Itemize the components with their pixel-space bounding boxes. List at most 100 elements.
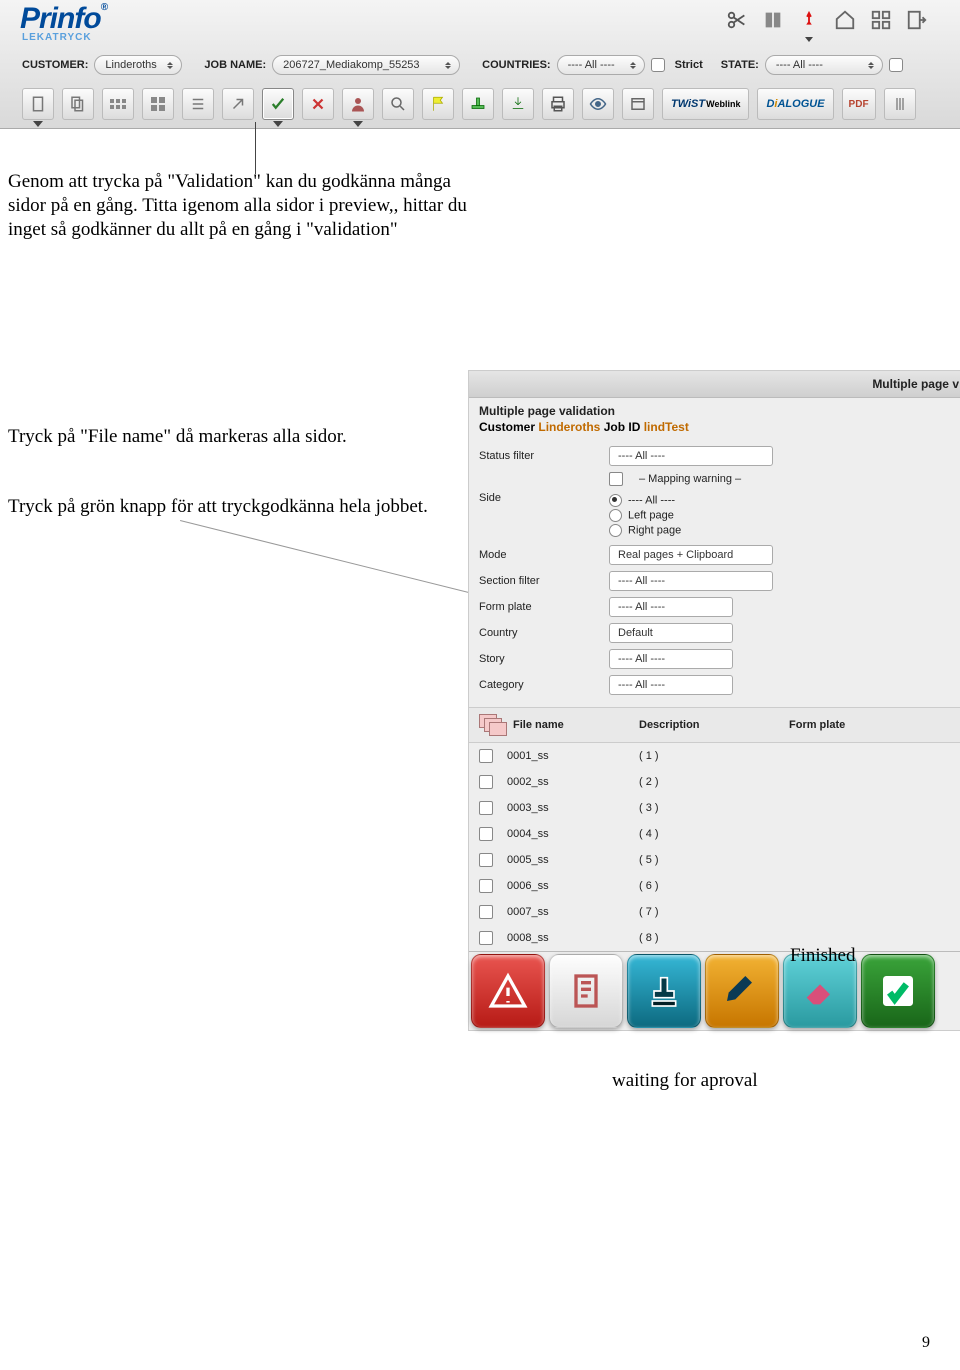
form-dropdown[interactable]: ---- All ---- — [609, 597, 733, 617]
state-dropdown[interactable]: ---- All ---- — [765, 55, 883, 75]
status-dropdown[interactable]: ---- All ---- — [609, 446, 773, 466]
country-dropdown[interactable]: Default — [609, 623, 733, 643]
table-row[interactable]: 0002_ss( 2 ) — [479, 769, 957, 795]
reject-big-button[interactable] — [471, 954, 545, 1028]
exit-icon[interactable] — [904, 4, 930, 36]
customer-sub-value: Linderoths — [538, 420, 600, 434]
story-dropdown[interactable]: ---- All ---- — [609, 649, 733, 669]
home-icon[interactable] — [832, 4, 858, 36]
side-right-label: Right page — [628, 524, 681, 536]
filter-bar: CUSTOMER: Linderoths JOB NAME: 206727_Me… — [22, 55, 907, 75]
jobname-dropdown[interactable]: 206727_Mediakomp_55253 — [272, 55, 460, 75]
paragraph-2: Tryck på "File name" då markeras alla si… — [8, 425, 428, 449]
reject-icon[interactable] — [302, 88, 334, 120]
print-icon[interactable] — [542, 88, 574, 120]
person-icon[interactable] — [342, 88, 374, 120]
stamp-green-icon[interactable] — [462, 88, 494, 120]
row-desc: ( 5 ) — [639, 854, 789, 866]
stack-icon[interactable] — [62, 88, 94, 120]
row-file: 0004_ss — [507, 828, 549, 840]
panel-customub: Customer Linderoths Job ID lindTest — [469, 420, 960, 436]
table-row[interactable]: 0008_ss ( 8 ) — [479, 925, 957, 951]
side-left-radio[interactable] — [609, 509, 622, 522]
waiting-label: waiting for aproval — [612, 1070, 758, 1092]
scissors-icon[interactable] — [724, 4, 750, 36]
validation-icon[interactable] — [262, 88, 294, 120]
state-checkbox[interactable] — [889, 58, 903, 72]
tools-icon[interactable] — [222, 88, 254, 120]
download-icon[interactable] — [502, 88, 534, 120]
row-file: 0007_ss — [507, 906, 549, 918]
table-row[interactable]: 0003_ss( 3 ) — [479, 795, 957, 821]
pdf-button[interactable]: PDF — [842, 88, 876, 120]
row-checkbox[interactable] — [479, 879, 493, 893]
flag-icon[interactable] — [422, 88, 454, 120]
search-icon[interactable] — [382, 88, 414, 120]
twist-button[interactable]: TWiSTWeblink — [662, 88, 749, 120]
row-checkbox[interactable] — [479, 749, 493, 763]
table-row[interactable]: 0005_ss( 5 ) — [479, 847, 957, 873]
row-checkbox[interactable] — [479, 931, 493, 945]
grid6-icon[interactable] — [102, 88, 134, 120]
table-row[interactable]: 0006_ss ( 6 ) — [479, 873, 957, 899]
section-value: ---- All ---- — [618, 575, 665, 587]
page-icon[interactable] — [22, 88, 54, 120]
strict-label: Strict — [675, 59, 703, 71]
stamp-big-button[interactable] — [627, 954, 701, 1028]
row-desc: ( 4 ) — [639, 828, 789, 840]
row-checkbox[interactable] — [479, 801, 493, 815]
row-file: 0006_ss — [507, 880, 549, 892]
paragraph-3: Tryck på grön knapp för att tryckgodkänn… — [8, 495, 428, 519]
dialogue-text: DiALOGUE — [766, 98, 824, 110]
th-description[interactable]: Description — [639, 719, 789, 731]
action-buttons — [469, 951, 960, 1030]
list-icon[interactable] — [182, 88, 214, 120]
row-checkbox[interactable] — [479, 775, 493, 789]
countries-label: COUNTRIES: — [482, 59, 550, 71]
row-checkbox[interactable] — [479, 853, 493, 867]
mapping-checkbox[interactable] — [609, 472, 623, 486]
row-desc: ( 8 ) — [639, 932, 789, 944]
app-toolbar: Prinfo® LEKATRYCK CUSTOMER: Linderoths J… — [0, 0, 960, 129]
table-row[interactable]: 0001_ss( 1 ) — [479, 743, 957, 769]
side-right-radio[interactable] — [609, 524, 622, 537]
row-desc: ( 6 ) — [639, 880, 789, 892]
dialogue-button[interactable]: DiALOGUE — [757, 88, 833, 120]
grid4-icon[interactable] — [142, 88, 174, 120]
logo-sub: LEKATRYCK — [22, 32, 92, 43]
stack-thumb-icon[interactable] — [479, 714, 507, 736]
country-label: Country — [479, 627, 599, 639]
row-checkbox[interactable] — [479, 905, 493, 919]
window-icon[interactable] — [622, 88, 654, 120]
customer-dropdown[interactable]: Linderoths — [94, 55, 182, 75]
table-header: File name Description Form plate — [469, 707, 960, 743]
side-all-radio[interactable] — [609, 494, 622, 507]
row-file: 0008_ss — [507, 932, 549, 944]
panel-head: Multiple page v — [469, 371, 960, 398]
th-filename[interactable]: File name — [513, 719, 564, 731]
table-rows: 0001_ss( 1 )0002_ss( 2 )0003_ss( 3 )0004… — [469, 743, 960, 951]
section-dropdown[interactable]: ---- All ---- — [609, 571, 773, 591]
pencil-big-button[interactable] — [705, 954, 779, 1028]
row-checkbox[interactable] — [479, 827, 493, 841]
approve-big-button[interactable] — [861, 954, 935, 1028]
mode-dropdown[interactable]: Real pages + Clipboard — [609, 545, 773, 565]
pin-icon[interactable] — [796, 4, 822, 36]
book-icon[interactable] — [760, 4, 786, 36]
paragraph-1: Genom att trycka på "Validation" kan du … — [8, 170, 488, 242]
column-icon[interactable] — [884, 88, 916, 120]
side-left-label: Left page — [628, 509, 674, 521]
countries-dropdown[interactable]: ---- All ---- — [557, 55, 645, 75]
grid-icon[interactable] — [868, 4, 894, 36]
strict-checkbox[interactable] — [651, 58, 665, 72]
th-formplate[interactable]: Form plate — [789, 719, 957, 731]
logo-text: Prinfo — [20, 2, 101, 35]
table-row[interactable]: 0004_ss ( 4 ) — [479, 821, 957, 847]
page-big-button[interactable] — [549, 954, 623, 1028]
row-desc: ( 3 ) — [639, 802, 789, 814]
form-value: ---- All ---- — [618, 601, 665, 613]
table-row[interactable]: 0007_ss( 7 ) — [479, 899, 957, 925]
category-dropdown[interactable]: ---- All ---- — [609, 675, 733, 695]
row-file: 0002_ss — [507, 776, 549, 788]
eye-icon[interactable] — [582, 88, 614, 120]
